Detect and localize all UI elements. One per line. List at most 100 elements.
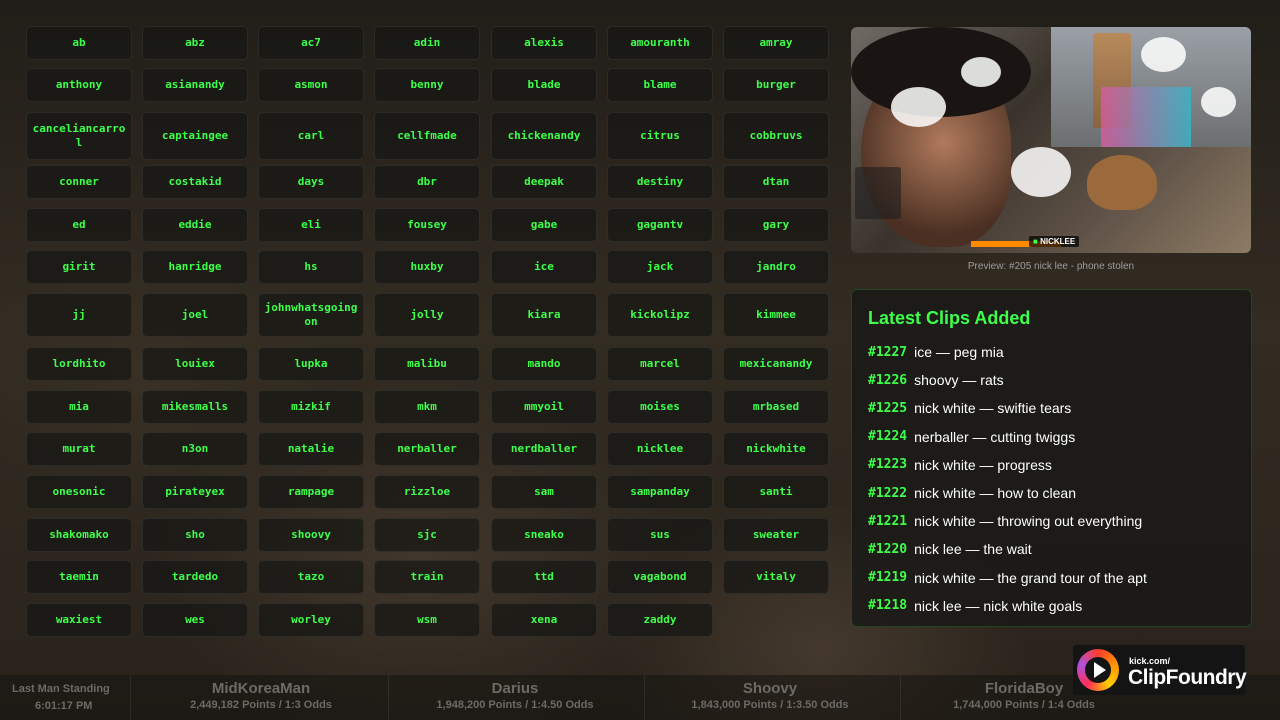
streamer-button[interactable]: ac7 (258, 26, 364, 60)
streamer-button[interactable]: gabe (491, 208, 597, 242)
streamer-button[interactable]: mizkif (258, 390, 364, 424)
streamer-button[interactable]: louiex (142, 347, 248, 381)
streamer-button[interactable]: waxiest (26, 603, 132, 637)
streamer-button[interactable]: shoovy (258, 518, 364, 552)
streamer-button[interactable]: lupka (258, 347, 364, 381)
streamer-button[interactable]: ttd (491, 560, 597, 594)
streamer-button[interactable]: benny (374, 68, 480, 102)
streamer-button[interactable]: kimmee (723, 293, 829, 337)
streamer-button[interactable]: adin (374, 26, 480, 60)
streamer-button[interactable]: costakid (142, 165, 248, 199)
streamer-button[interactable]: lordhito (26, 347, 132, 381)
streamer-button[interactable]: gary (723, 208, 829, 242)
streamer-button[interactable]: alexis (491, 26, 597, 60)
streamer-button[interactable]: ice (491, 250, 597, 284)
streamer-button[interactable]: mmyoil (491, 390, 597, 424)
clip-list-item[interactable]: #1224 nerballer — cutting twiggs (868, 423, 1235, 451)
streamer-button[interactable]: blade (491, 68, 597, 102)
clip-list-item[interactable]: #1223 nick white — progress (868, 451, 1235, 479)
streamer-button[interactable]: vagabond (607, 560, 713, 594)
streamer-button[interactable]: taemin (26, 560, 132, 594)
streamer-button[interactable]: mia (26, 390, 132, 424)
streamer-button[interactable]: jandro (723, 250, 829, 284)
streamer-button[interactable]: eli (258, 208, 364, 242)
streamer-button[interactable]: kiara (491, 293, 597, 337)
streamer-button[interactable]: mkm (374, 390, 480, 424)
streamer-button[interactable]: johnwhatsgoingon (258, 293, 364, 337)
streamer-button[interactable]: sho (142, 518, 248, 552)
streamer-button[interactable]: ab (26, 26, 132, 60)
streamer-button[interactable]: onesonic (26, 475, 132, 509)
streamer-button[interactable]: sneako (491, 518, 597, 552)
streamer-button[interactable]: asianandy (142, 68, 248, 102)
streamer-button[interactable]: murat (26, 432, 132, 466)
streamer-button[interactable]: mrbased (723, 390, 829, 424)
streamer-button[interactable]: hanridge (142, 250, 248, 284)
streamer-button[interactable]: amouranth (607, 26, 713, 60)
streamer-button[interactable]: abz (142, 26, 248, 60)
streamer-button[interactable]: tazo (258, 560, 364, 594)
clip-list-item[interactable]: #1227 ice — peg mia (868, 338, 1235, 366)
streamer-button[interactable]: wes (142, 603, 248, 637)
streamer-button[interactable]: sjc (374, 518, 480, 552)
streamer-button[interactable]: pirateyex (142, 475, 248, 509)
streamer-button[interactable]: malibu (374, 347, 480, 381)
streamer-button[interactable]: mando (491, 347, 597, 381)
streamer-button[interactable]: deepak (491, 165, 597, 199)
streamer-button[interactable]: hs (258, 250, 364, 284)
streamer-button[interactable]: dtan (723, 165, 829, 199)
clip-list-item[interactable]: #1225 nick white — swiftie tears (868, 394, 1235, 422)
streamer-button[interactable]: blame (607, 68, 713, 102)
streamer-button[interactable]: natalie (258, 432, 364, 466)
streamer-button[interactable]: anthony (26, 68, 132, 102)
clip-list-item[interactable]: #1221 nick white — throwing out everythin… (868, 507, 1235, 535)
clip-list-item[interactable]: #1222 nick white — how to clean (868, 479, 1235, 507)
streamer-button[interactable]: cellfmade (374, 112, 480, 160)
streamer-button[interactable]: sampanday (607, 475, 713, 509)
streamer-button[interactable]: rampage (258, 475, 364, 509)
clip-list-item[interactable]: #1220 nick lee — the wait (868, 535, 1235, 563)
streamer-button[interactable]: zaddy (607, 603, 713, 637)
streamer-button[interactable]: tardedo (142, 560, 248, 594)
streamer-button[interactable]: jolly (374, 293, 480, 337)
streamer-button[interactable]: captaingee (142, 112, 248, 160)
clip-list-item[interactable]: #1219 nick white — the grand tour of the … (868, 564, 1235, 592)
streamer-button[interactable]: cobbruvs (723, 112, 829, 160)
streamer-button[interactable]: huxby (374, 250, 480, 284)
streamer-button[interactable]: kickolipz (607, 293, 713, 337)
streamer-button[interactable]: canceliancarrol (26, 112, 132, 160)
streamer-button[interactable]: worley (258, 603, 364, 637)
streamer-button[interactable]: mexicanandy (723, 347, 829, 381)
streamer-button[interactable]: sam (491, 475, 597, 509)
streamer-button[interactable]: n3on (142, 432, 248, 466)
streamer-button[interactable]: xena (491, 603, 597, 637)
clip-preview-video[interactable]: ■ NICKLEE (851, 27, 1251, 253)
streamer-button[interactable]: burger (723, 68, 829, 102)
streamer-button[interactable]: sweater (723, 518, 829, 552)
streamer-button[interactable]: wsm (374, 603, 480, 637)
streamer-button[interactable]: mikesmalls (142, 390, 248, 424)
streamer-button[interactable]: jack (607, 250, 713, 284)
streamer-button[interactable]: moises (607, 390, 713, 424)
streamer-button[interactable]: asmon (258, 68, 364, 102)
clip-list-item[interactable]: #1218 nick lee — nick white goals (868, 592, 1235, 620)
streamer-button[interactable]: nickwhite (723, 432, 829, 466)
streamer-button[interactable]: conner (26, 165, 132, 199)
streamer-button[interactable]: destiny (607, 165, 713, 199)
streamer-button[interactable]: vitaly (723, 560, 829, 594)
streamer-button[interactable]: girit (26, 250, 132, 284)
streamer-button[interactable]: dbr (374, 165, 480, 199)
streamer-button[interactable]: amray (723, 26, 829, 60)
streamer-button[interactable]: rizzloe (374, 475, 480, 509)
streamer-button[interactable]: nerballer (374, 432, 480, 466)
streamer-button[interactable]: nerdballer (491, 432, 597, 466)
streamer-button[interactable]: shakomako (26, 518, 132, 552)
streamer-button[interactable]: joel (142, 293, 248, 337)
streamer-button[interactable]: carl (258, 112, 364, 160)
streamer-button[interactable]: train (374, 560, 480, 594)
streamer-button[interactable]: sus (607, 518, 713, 552)
streamer-button[interactable]: citrus (607, 112, 713, 160)
streamer-button[interactable]: eddie (142, 208, 248, 242)
streamer-button[interactable]: marcel (607, 347, 713, 381)
streamer-button[interactable]: nicklee (607, 432, 713, 466)
